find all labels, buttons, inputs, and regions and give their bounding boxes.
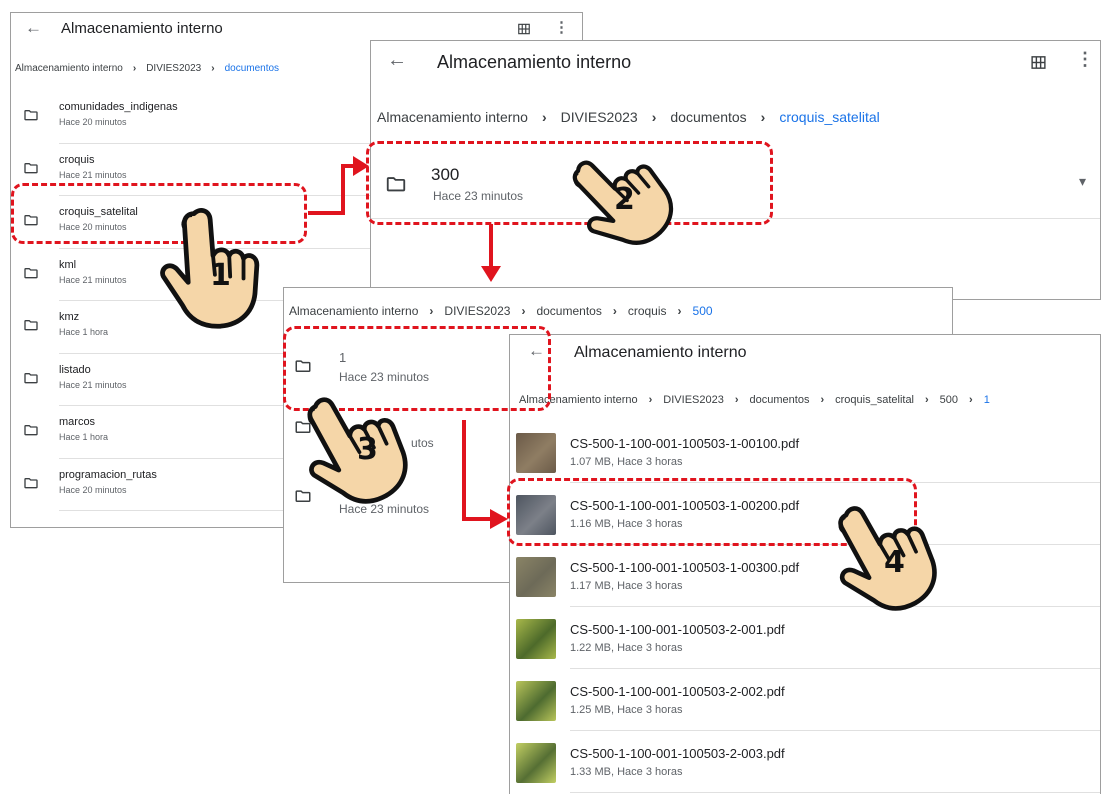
breadcrumb-current: 1 [983, 394, 990, 406]
folder-meta: Hace 1 hora [59, 432, 109, 442]
breadcrumb-item[interactable]: croquis_satelital [835, 394, 914, 406]
file-row[interactable]: CS-500-1-100-001-100503-2-002.pdf 1.25 MB… [510, 669, 1100, 731]
arrow-left-icon[interactable]: ← [387, 49, 407, 72]
folder-name: kml [59, 258, 77, 271]
folder-meta: Hace 21 minutos [59, 169, 127, 180]
breadcrumb-item[interactable]: 500 [940, 394, 958, 406]
chevron-right-icon: › [820, 394, 825, 406]
pdf-thumbnail-image [516, 619, 556, 659]
file-row[interactable]: CS-500-1-100-001-100503-2-001.pdf 1.22 MB… [510, 607, 1100, 669]
folder-icon [23, 265, 39, 281]
breadcrumb-item[interactable]: documentos [670, 109, 746, 125]
file-row[interactable]: CS-500-1-100-001-100503-2-003.pdf 1.33 MB… [510, 731, 1100, 793]
breadcrumb-item[interactable]: Almacenamiento interno [289, 304, 418, 318]
file-name: CS-500-1-100-001-100503-2-001.pdf [570, 622, 785, 637]
folder-icon [23, 107, 39, 123]
breadcrumb-current: documentos [224, 63, 280, 74]
arrow-left-icon[interactable]: ← [25, 18, 42, 38]
app-title: Almacenamiento interno [574, 344, 747, 361]
folder-name: kmz [59, 311, 80, 323]
file-name: CS-500-1-100-001-100503-1-00300.pdf [570, 560, 800, 575]
folder-name: marcos [59, 416, 96, 428]
pdf-thumbnail-image [516, 681, 556, 721]
chevron-right-icon: › [132, 63, 137, 74]
hand-pointer-step-2: 2 [556, 142, 688, 252]
hand-pointer-icon [273, 366, 437, 529]
file-meta: 1.17 MB, Hace 3 horas [570, 580, 683, 592]
hand-pointer-step-3: 3 [293, 386, 417, 508]
connector-arrow-2-3 [481, 224, 501, 282]
connector-arrow-3-4 [462, 420, 508, 529]
chevron-right-icon: › [651, 109, 657, 125]
pdf-thumbnail-image [516, 743, 556, 783]
app-bar: ← Almacenamiento interno [510, 335, 1100, 375]
chevron-right-icon: › [211, 63, 215, 74]
step-number: 1 [210, 258, 231, 293]
breadcrumb-current: croquis_satelital [779, 109, 880, 125]
more-vert-icon[interactable]: ⋮ [554, 18, 569, 36]
grid-view-icon[interactable] [1030, 54, 1047, 71]
grid-view-icon[interactable] [517, 22, 531, 36]
breadcrumb-item[interactable]: documentos [750, 394, 810, 406]
chevron-right-icon: › [648, 394, 653, 406]
folder-meta: Hace 20 minutos [59, 117, 127, 127]
file-meta: 1.25 MB, Hace 3 horas [570, 704, 683, 716]
folder-meta: Hace 21 minutos [59, 274, 127, 285]
pdf-thumbnail-image [516, 557, 556, 597]
app-title: Almacenamiento interno [437, 52, 632, 72]
folder-icon [23, 370, 39, 386]
chevron-right-icon: › [969, 394, 973, 406]
folder-name: listado [59, 363, 91, 376]
step-number: 3 [357, 432, 378, 467]
folder-icon [23, 475, 39, 491]
more-vert-icon[interactable]: ⋮ [1076, 49, 1094, 70]
folder-icon [23, 422, 39, 438]
breadcrumb-item[interactable]: Almacenamiento interno [15, 63, 123, 74]
chevron-right-icon: › [541, 109, 547, 125]
breadcrumb-item[interactable]: DIVIES2023 [146, 63, 201, 74]
breadcrumb-current: 500 [692, 304, 713, 318]
breadcrumb-item[interactable]: Almacenamiento interno [377, 109, 528, 125]
step-number: 2 [614, 182, 635, 217]
connector-arrow-1-2 [308, 156, 369, 215]
file-name: CS-500-1-100-001-100503-2-003.pdf [570, 746, 785, 761]
app-bar: ← Almacenamiento interno ⋮ [371, 41, 1100, 85]
chevron-right-icon: › [612, 304, 617, 318]
breadcrumb-item[interactable]: DIVIES2023 [444, 304, 510, 318]
folder-icon [23, 160, 39, 176]
chevron-right-icon: › [760, 109, 766, 125]
chevron-right-icon: › [521, 304, 526, 318]
file-row[interactable]: CS-500-1-100-001-100503-1-00100.pdf 1.07 … [510, 421, 1100, 483]
app-title: Almacenamiento interno [61, 20, 223, 37]
panel-files-500-1: ← Almacenamiento interno Almacenamiento … [509, 334, 1101, 794]
folder-meta: Hace 20 minutos [59, 484, 127, 495]
chevron-right-icon: › [925, 394, 929, 406]
folder-name: croquis [59, 153, 95, 166]
pdf-thumbnail-image [516, 433, 556, 473]
breadcrumb-item[interactable]: DIVIES2023 [663, 394, 724, 406]
file-meta: 1.22 MB, Hace 3 horas [570, 642, 683, 654]
file-meta: 1.07 MB, Hace 3 horas [570, 456, 683, 468]
file-name: CS-500-1-100-001-100503-1-00100.pdf [570, 436, 800, 451]
chevron-right-icon: › [734, 394, 739, 406]
folder-name: comunidades_indigenas [59, 101, 178, 113]
hand-pointer-step-1: 1 [152, 206, 274, 330]
hand-pointer-step-4: 4 [826, 495, 944, 615]
breadcrumb-item[interactable]: croquis [628, 304, 667, 318]
step-number: 4 [884, 545, 905, 580]
expand-more-icon[interactable]: ▾ [1079, 173, 1086, 190]
folder-icon [23, 317, 39, 333]
file-row[interactable]: CS-500-1-100-001-100503-1-00300.pdf 1.17 … [510, 545, 1100, 607]
file-meta: 1.33 MB, Hace 3 horas [570, 766, 683, 778]
folder-meta: Hace 21 minutos [59, 379, 127, 390]
breadcrumb: Almacenamiento interno › DIVIES2023 › do… [519, 394, 1100, 406]
breadcrumb: Almacenamiento interno › DIVIES2023 › do… [377, 109, 1100, 125]
breadcrumb-item[interactable]: documentos [536, 304, 601, 318]
chevron-right-icon: › [429, 304, 434, 318]
file-name: CS-500-1-100-001-100503-2-002.pdf [570, 684, 785, 699]
folder-meta: Hace 1 hora [59, 327, 109, 337]
folder-name: programacion_rutas [59, 468, 157, 481]
chevron-right-icon: › [677, 304, 682, 318]
breadcrumb: Almacenamiento interno › DIVIES2023 › do… [289, 304, 952, 318]
